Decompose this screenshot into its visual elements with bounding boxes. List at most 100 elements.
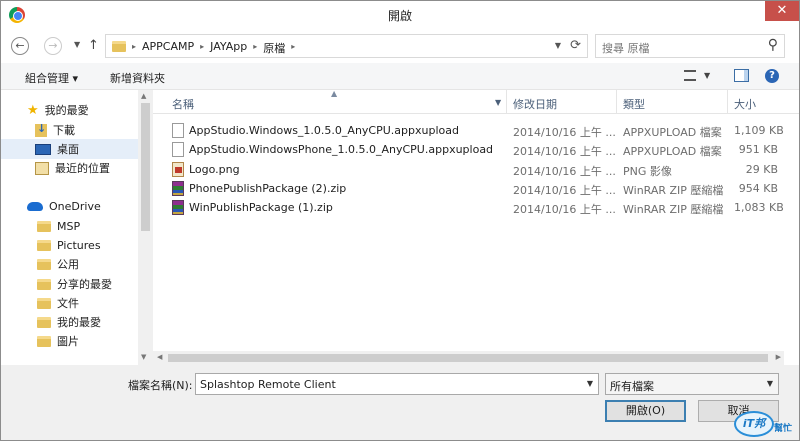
column-type[interactable]: 類型 bbox=[623, 96, 645, 112]
breadcrumb-jayapp[interactable]: JAYApp bbox=[210, 40, 247, 56]
file-date: 2014/10/16 上午 ... bbox=[513, 145, 616, 158]
folder-icon bbox=[112, 41, 126, 52]
nav-item-label: 最近的位置 bbox=[55, 162, 110, 175]
file-name: Logo.png bbox=[189, 163, 240, 176]
nav-public[interactable]: 公用 bbox=[1, 254, 138, 274]
file-list-horizontal-scrollbar[interactable]: ◀ ▶ bbox=[153, 351, 784, 365]
file-date: 2014/10/16 上午 ... bbox=[513, 126, 616, 139]
file-row[interactable]: AppStudio.WindowsPhone_1.0.5.0_AnyCPU.ap… bbox=[153, 140, 784, 159]
column-divider[interactable] bbox=[616, 90, 617, 114]
document-icon bbox=[172, 142, 184, 157]
scroll-left-icon[interactable]: ◀ bbox=[157, 353, 162, 361]
breadcrumb: ▸ APPCAMP ▸ JAYApp ▸ 原檔 ▸ bbox=[132, 40, 295, 56]
filename-label: 檔案名稱(N): bbox=[128, 379, 193, 392]
filename-combobox[interactable]: ▼ bbox=[195, 373, 599, 395]
back-button[interactable]: ← bbox=[11, 37, 29, 55]
organize-menu-button[interactable]: 組合管理 ▾ bbox=[25, 70, 78, 86]
nav-msp[interactable]: MSP bbox=[1, 216, 138, 236]
column-size[interactable]: 大小 bbox=[734, 96, 756, 112]
scroll-up-icon[interactable]: ▲ bbox=[141, 92, 146, 100]
file-name: AppStudio.WindowsPhone_1.0.5.0_AnyCPU.ap… bbox=[189, 143, 494, 156]
file-date: 2014/10/16 上午 ... bbox=[513, 184, 616, 197]
nav-item-label: MSP bbox=[57, 219, 81, 233]
search-input[interactable]: 搜尋 原檔 ⚲ bbox=[595, 34, 785, 58]
nav-item-label: 文件 bbox=[57, 297, 79, 310]
sort-ascending-icon: ▲ bbox=[331, 89, 338, 98]
window-title: 開啟 bbox=[387, 9, 412, 23]
recent-locations-dropdown-icon[interactable]: ▼ bbox=[74, 40, 80, 49]
nav-images[interactable]: 圖片 bbox=[1, 331, 138, 351]
folder-icon bbox=[37, 297, 51, 309]
search-icon[interactable]: ⚲ bbox=[768, 37, 778, 53]
up-arrow-icon[interactable]: ↑ bbox=[88, 38, 99, 53]
file-row[interactable]: AppStudio.Windows_1.0.5.0_AnyCPU.appxupl… bbox=[153, 121, 784, 140]
nav-onedrive[interactable]: OneDrive bbox=[1, 196, 138, 216]
column-divider[interactable] bbox=[506, 90, 507, 114]
star-icon: ★ bbox=[27, 102, 39, 118]
filename-input[interactable] bbox=[196, 374, 576, 394]
breadcrumb-separator-icon[interactable]: ▸ bbox=[132, 40, 136, 56]
nav-favorites[interactable]: ★ 我的最愛 bbox=[1, 100, 138, 120]
address-dropdown-icon[interactable]: ▼ bbox=[555, 41, 561, 50]
nav-desktop[interactable]: 桌面 bbox=[1, 139, 138, 159]
scrollbar-thumb[interactable] bbox=[141, 103, 150, 231]
view-options-icon[interactable] bbox=[684, 70, 696, 81]
file-list-vertical-scrollbar[interactable] bbox=[784, 114, 799, 365]
preview-pane-icon[interactable] bbox=[734, 69, 749, 82]
navigation-pane: ★ 我的最愛 下載 桌面 最近的位置 OneDrive MSP Pictures bbox=[1, 90, 153, 365]
title-bar: 開啟 ✕ bbox=[1, 1, 799, 30]
close-button[interactable]: ✕ bbox=[765, 1, 799, 21]
nav-my-favorites-folder[interactable]: 我的最愛 bbox=[1, 312, 138, 332]
breadcrumb-appcamp[interactable]: APPCAMP bbox=[142, 40, 194, 56]
file-type: PNG 影像 bbox=[623, 165, 672, 178]
file-list: ▲ 名稱 ▼ 修改日期 類型 大小 AppStudio.Windows_1.0.… bbox=[153, 89, 799, 365]
desktop-icon bbox=[35, 143, 51, 155]
recent-places-icon bbox=[35, 161, 49, 175]
file-type: APPXUPLOAD 檔案 bbox=[623, 145, 722, 158]
scrollbar-thumb[interactable] bbox=[168, 354, 768, 362]
nav-item-label: 我的最愛 bbox=[44, 104, 89, 117]
folder-icon bbox=[37, 258, 51, 270]
open-button[interactable]: 開啟(O) bbox=[605, 400, 686, 422]
file-row[interactable]: Logo.png 2014/10/16 上午 ... PNG 影像 29 KB bbox=[153, 160, 784, 179]
file-date: 2014/10/16 上午 ... bbox=[513, 203, 616, 216]
nav-recent-places[interactable]: 最近的位置 bbox=[1, 158, 138, 178]
breadcrumb-separator-icon[interactable]: ▸ bbox=[200, 40, 204, 56]
folder-icon bbox=[37, 220, 51, 232]
forward-button[interactable]: → bbox=[44, 37, 62, 55]
address-bar[interactable]: ▸ APPCAMP ▸ JAYApp ▸ 原檔 ▸ ▼ ⟳ bbox=[105, 34, 588, 58]
breadcrumb-separator-icon[interactable]: ▸ bbox=[291, 40, 295, 56]
file-type: WinRAR ZIP 壓縮檔 bbox=[623, 184, 724, 197]
nav-pane-scrollbar[interactable]: ▲ ▼ bbox=[138, 90, 153, 365]
nav-downloads[interactable]: 下載 bbox=[1, 120, 138, 140]
column-divider[interactable] bbox=[727, 90, 728, 114]
filename-dropdown-icon[interactable]: ▼ bbox=[587, 379, 593, 388]
watermark-logo-text: iT邦 bbox=[734, 411, 774, 437]
nav-shared-favorites[interactable]: 分享的最愛 bbox=[1, 274, 138, 294]
nav-item-label: OneDrive bbox=[49, 199, 101, 213]
column-name[interactable]: 名稱 bbox=[172, 96, 194, 112]
breadcrumb-current-folder[interactable]: 原檔 bbox=[263, 40, 285, 56]
scroll-right-icon[interactable]: ▶ bbox=[776, 353, 781, 361]
file-name: WinPublishPackage (1).zip bbox=[189, 201, 333, 214]
nav-documents[interactable]: 文件 bbox=[1, 293, 138, 313]
file-size: 29 KB bbox=[745, 163, 778, 176]
file-row[interactable]: PhonePublishPackage (2).zip 2014/10/16 上… bbox=[153, 179, 784, 198]
view-dropdown-icon[interactable]: ▼ bbox=[704, 71, 710, 80]
column-filter-dropdown-icon[interactable]: ▼ bbox=[495, 98, 501, 107]
winrar-archive-icon bbox=[172, 200, 184, 215]
file-type-dropdown-icon[interactable]: ▼ bbox=[767, 379, 773, 388]
cloud-icon bbox=[27, 201, 43, 211]
file-type: APPXUPLOAD 檔案 bbox=[623, 126, 722, 139]
nav-item-label: 我的最愛 bbox=[57, 316, 101, 329]
file-size: 1,083 KB bbox=[734, 201, 784, 214]
scroll-down-icon[interactable]: ▼ bbox=[141, 353, 146, 361]
breadcrumb-separator-icon[interactable]: ▸ bbox=[253, 40, 257, 56]
column-date-modified[interactable]: 修改日期 bbox=[513, 96, 557, 112]
file-type-select[interactable]: 所有檔案 ▼ bbox=[605, 373, 779, 395]
help-icon[interactable]: ? bbox=[765, 69, 779, 83]
file-row[interactable]: WinPublishPackage (1).zip 2014/10/16 上午 … bbox=[153, 198, 784, 217]
new-folder-button[interactable]: 新增資料夾 bbox=[110, 70, 165, 86]
nav-pictures[interactable]: Pictures bbox=[1, 235, 138, 255]
refresh-icon[interactable]: ⟳ bbox=[570, 38, 581, 53]
